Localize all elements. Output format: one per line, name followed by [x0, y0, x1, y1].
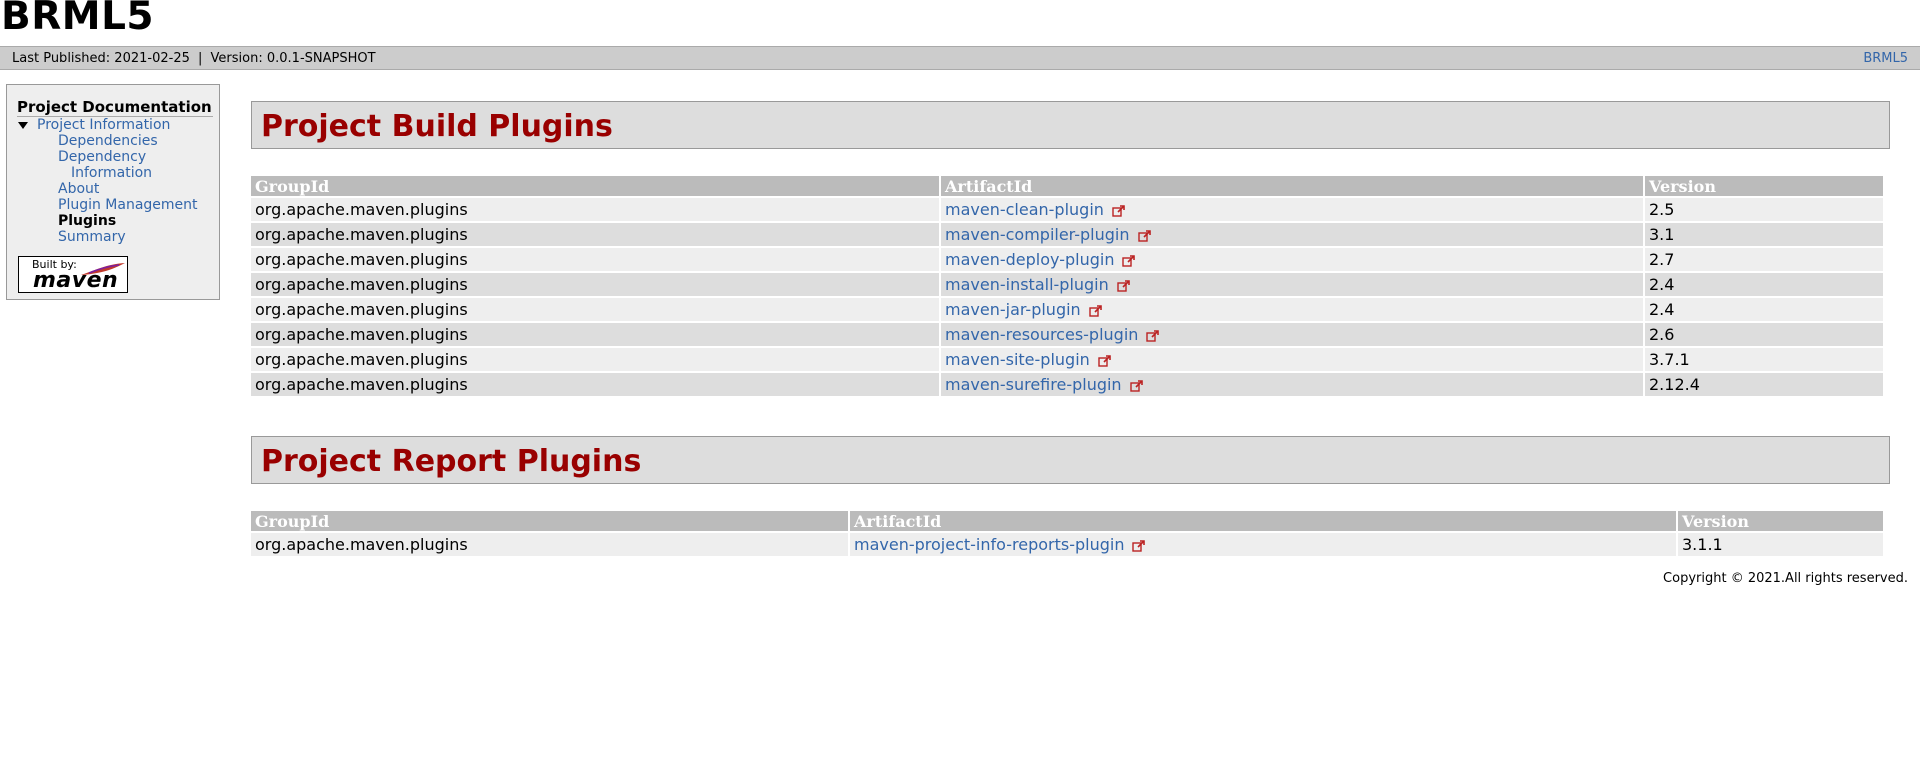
column-header-groupid: GroupId: [251, 511, 848, 531]
version-cell: 2.4: [1645, 298, 1883, 321]
artifactid-cell: maven-install-plugin: [941, 273, 1643, 296]
build-plugins-section-header: Project Build Plugins: [251, 101, 1890, 149]
groupid-cell: org.apache.maven.plugins: [251, 198, 939, 221]
artifactid-cell: maven-project-info-reports-plugin: [850, 533, 1676, 556]
sidebar-item-dependencies[interactable]: Dependencies: [58, 133, 158, 149]
sidebar-item-dependency-information[interactable]: Dependency: [58, 149, 146, 165]
external-link-icon: [1098, 354, 1111, 367]
artifact-link[interactable]: maven-deploy-plugin: [945, 250, 1114, 269]
external-link-icon: [1129, 379, 1143, 392]
table-header-row: GroupId ArtifactId Version: [251, 176, 1883, 196]
artifactid-cell: maven-site-plugin: [941, 348, 1643, 371]
breadcrumb-bar: Last Published: 2021-02-25 | Version: 0.…: [0, 46, 1920, 70]
groupid-cell: org.apache.maven.plugins: [251, 373, 939, 396]
table-row: org.apache.maven.plugins maven-site-plugi…: [251, 348, 1883, 371]
version-cell: 3.1.1: [1678, 533, 1883, 556]
artifactid-cell: maven-jar-plugin: [941, 298, 1643, 321]
external-link-icon: [1137, 229, 1151, 242]
table-row: org.apache.maven.plugins maven-deploy-plu…: [251, 248, 1883, 271]
artifactid-cell: maven-resources-plugin: [941, 323, 1643, 346]
table-row: org.apache.maven.plugins maven-install-pl…: [251, 273, 1883, 296]
table-row: org.apache.maven.plugins maven-project-in…: [251, 533, 1883, 556]
breadcrumb-project-link[interactable]: BRML5: [1863, 51, 1908, 66]
build-plugins-rows: org.apache.maven.plugins maven-clean-plug…: [251, 198, 1883, 396]
groupid-cell: org.apache.maven.plugins: [251, 298, 939, 321]
report-plugins-title: Project Report Plugins: [261, 444, 642, 479]
table-row: org.apache.maven.plugins maven-resources-…: [251, 323, 1883, 346]
artifactid-cell: maven-surefire-plugin: [941, 373, 1643, 396]
sidebar-item-label[interactable]: Project Information: [37, 117, 170, 133]
artifact-link[interactable]: maven-install-plugin: [945, 275, 1109, 294]
sidebar: Project Documentation Project Informatio…: [6, 84, 220, 300]
breadcrumb-separator: |: [198, 51, 203, 66]
external-link-icon: [1117, 279, 1130, 292]
built-by-maven-logo[interactable]: Built by: maven: [18, 256, 128, 293]
artifactid-cell: maven-deploy-plugin: [941, 248, 1643, 271]
version-cell: 2.5: [1645, 198, 1883, 221]
version-cell: 2.6: [1645, 323, 1883, 346]
version-cell: 2.4: [1645, 273, 1883, 296]
site-title: BRML5: [1, 0, 155, 39]
table-header-row: GroupId ArtifactId Version: [251, 511, 1883, 531]
column-header-version: Version: [1645, 176, 1883, 196]
artifactid-cell: maven-compiler-plugin: [941, 223, 1643, 246]
sidebar-item-dependency-information-cont[interactable]: Information: [71, 165, 152, 181]
project-version: Version: 0.0.1-SNAPSHOT: [210, 51, 376, 66]
artifact-link[interactable]: maven-jar-plugin: [945, 300, 1081, 319]
groupid-cell: org.apache.maven.plugins: [251, 348, 939, 371]
external-link-icon: [1122, 254, 1136, 267]
artifact-link[interactable]: maven-clean-plugin: [945, 200, 1104, 219]
version-cell: 2.12.4: [1645, 373, 1883, 396]
column-header-version: Version: [1678, 511, 1883, 531]
report-plugins-table: GroupId ArtifactId Version org.apache.ma…: [249, 509, 1885, 558]
report-plugins-section-header: Project Report Plugins: [251, 436, 1890, 484]
artifact-link[interactable]: maven-surefire-plugin: [945, 375, 1122, 394]
last-published: Last Published: 2021-02-25: [12, 51, 190, 66]
external-link-icon: [1088, 304, 1102, 317]
artifact-link[interactable]: maven-project-info-reports-plugin: [854, 535, 1124, 554]
groupid-cell: org.apache.maven.plugins: [251, 273, 939, 296]
external-link-icon: [1112, 204, 1125, 217]
table-row: org.apache.maven.plugins maven-clean-plug…: [251, 198, 1883, 221]
table-row: org.apache.maven.plugins maven-compiler-p…: [251, 223, 1883, 246]
footer-copyright: Copyright © 2021.All rights reserved.: [1663, 571, 1908, 586]
groupid-cell: org.apache.maven.plugins: [251, 323, 939, 346]
version-cell: 2.7: [1645, 248, 1883, 271]
table-row: org.apache.maven.plugins maven-surefire-p…: [251, 373, 1883, 396]
triangle-down-icon: [18, 122, 28, 129]
sidebar-heading: Project Documentation: [17, 98, 213, 117]
artifact-link[interactable]: maven-site-plugin: [945, 350, 1090, 369]
groupid-cell: org.apache.maven.plugins: [251, 248, 939, 271]
artifact-link[interactable]: maven-compiler-plugin: [945, 225, 1130, 244]
feather-icon: [81, 263, 125, 275]
publish-info: Last Published: 2021-02-25 | Version: 0.…: [12, 51, 376, 66]
version-cell: 3.7.1: [1645, 348, 1883, 371]
sidebar-item-plugins: Plugins: [58, 213, 117, 229]
sidebar-item-summary[interactable]: Summary: [58, 229, 126, 245]
sidebar-item-project-information[interactable]: Project Information: [18, 117, 170, 133]
build-plugins-title: Project Build Plugins: [261, 109, 613, 144]
sidebar-item-plugin-management[interactable]: Plugin Management: [58, 197, 198, 213]
version-cell: 3.1: [1645, 223, 1883, 246]
artifact-link[interactable]: maven-resources-plugin: [945, 325, 1138, 344]
banner: BRML5: [0, 0, 1920, 44]
external-link-icon: [1132, 539, 1146, 552]
column-header-artifactid: ArtifactId: [941, 176, 1643, 196]
external-link-icon: [1146, 329, 1160, 342]
sidebar-item-about[interactable]: About: [58, 181, 99, 197]
column-header-artifactid: ArtifactId: [850, 511, 1676, 531]
column-header-groupid: GroupId: [251, 176, 939, 196]
artifactid-cell: maven-clean-plugin: [941, 198, 1643, 221]
groupid-cell: org.apache.maven.plugins: [251, 223, 939, 246]
table-row: org.apache.maven.plugins maven-jar-plugin…: [251, 298, 1883, 321]
report-plugins-rows: org.apache.maven.plugins maven-project-in…: [251, 533, 1883, 556]
build-plugins-table: GroupId ArtifactId Version org.apache.ma…: [249, 174, 1885, 398]
groupid-cell: org.apache.maven.plugins: [251, 533, 848, 556]
